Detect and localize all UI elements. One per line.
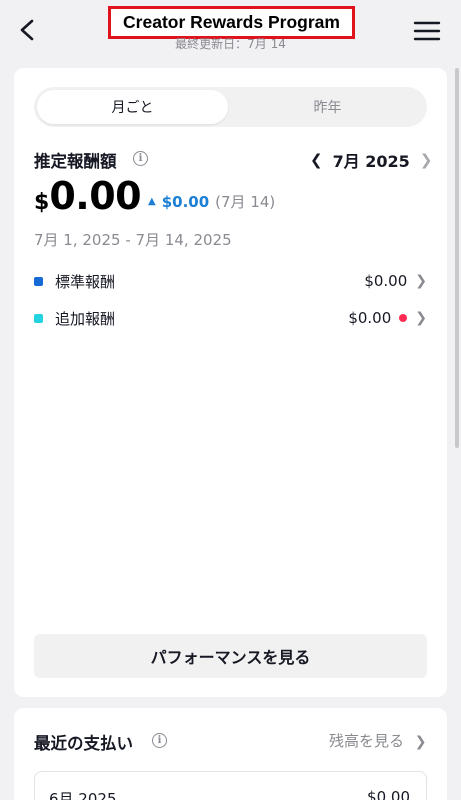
chevron-right-icon: ❯: [415, 273, 427, 289]
x-tick-label: 28: [327, 368, 343, 371]
earnings-card: 月ごと 昨年 推定報酬額 i ❮ 7月 2025 ❯ $ 0.00 ▲ $0.0…: [14, 68, 447, 697]
breakdown-amount: $0.00: [348, 309, 392, 327]
recent-payments-card: 最近の支払い i 残高を見る ❯ 6月 2025 $0.00: [14, 708, 447, 800]
change-value: $0.00: [161, 192, 210, 211]
breakdown-label: 標準報酬: [55, 272, 116, 291]
month-navigator: ❮ 7月 2025 ❯: [310, 148, 432, 172]
x-tick-label: 7: [110, 368, 118, 371]
x-tick-label: 22: [264, 368, 280, 371]
x-tick-label: 19: [232, 368, 248, 371]
x-tick-label: 31: [358, 368, 374, 371]
legend-swatch: [34, 276, 43, 286]
payment-amount: $0.00: [367, 788, 410, 800]
chevron-left-icon[interactable]: ❮: [310, 151, 323, 169]
tab-last-year[interactable]: 昨年: [231, 90, 424, 124]
payment-month: 6月 2025: [49, 790, 117, 800]
hamburger-menu-icon[interactable]: [412, 18, 442, 44]
amount-value: 0.00: [49, 174, 142, 218]
view-performance-button[interactable]: パフォーマンスを見る: [34, 634, 427, 678]
change-date: (7月 14): [215, 193, 276, 211]
notification-dot: [399, 314, 408, 322]
info-icon[interactable]: i: [133, 151, 148, 166]
scrollbar-thumb[interactable]: [455, 68, 459, 448]
x-tick-label: 1: [47, 368, 55, 371]
tab-monthly[interactable]: 月ごと: [37, 90, 228, 124]
triangle-up-icon: ▲: [148, 196, 156, 207]
date-range: 7月 1, 2025 - 7月 14, 2025: [34, 231, 232, 249]
view-balance-link[interactable]: 残高を見る ❯: [329, 730, 427, 751]
breakdown-amount: $0.00: [364, 272, 408, 290]
x-tick-label: 16: [201, 368, 217, 371]
breakdown-row-standard[interactable]: 標準報酬 $0.00 ❯: [34, 269, 427, 293]
x-tick-label: 10: [138, 368, 154, 371]
recent-payments-title: 最近の支払い: [34, 734, 133, 753]
current-month: 7月 2025: [332, 152, 410, 171]
x-tick-label: 4: [79, 368, 87, 371]
amount-change: ▲ $0.00 (7月 14): [148, 191, 275, 212]
breakdown-row-additional[interactable]: 追加報酬 $0.00 ❯: [34, 306, 427, 330]
last-updated-text: 最終更新日：7月 14: [175, 37, 286, 51]
chevron-right-icon: ❯: [414, 734, 427, 750]
chevron-right-icon[interactable]: ❯: [420, 151, 433, 169]
legend-swatch: [34, 313, 43, 323]
currency-symbol: $: [34, 190, 50, 215]
x-tick-label: 13: [169, 368, 185, 371]
earnings-chart: 01231471013161922252831: [47, 368, 374, 371]
view-balance-label: 残高を見る: [329, 732, 405, 750]
chevron-right-icon: ❯: [415, 310, 427, 326]
estimated-amount: $ 0.00: [34, 174, 142, 222]
breakdown-label: 追加報酬: [55, 309, 116, 328]
payment-list-item[interactable]: 6月 2025 $0.00: [34, 771, 427, 800]
info-icon[interactable]: i: [152, 733, 167, 748]
x-tick-label: 25: [295, 368, 311, 371]
estimated-rewards-label: 推定報酬額: [34, 152, 117, 171]
period-segmented-control: 月ごと 昨年: [34, 87, 427, 127]
page-title: Creator Rewards Program: [123, 12, 340, 32]
top-header: Creator Rewards Program 最終更新日：7月 14: [0, 0, 461, 62]
